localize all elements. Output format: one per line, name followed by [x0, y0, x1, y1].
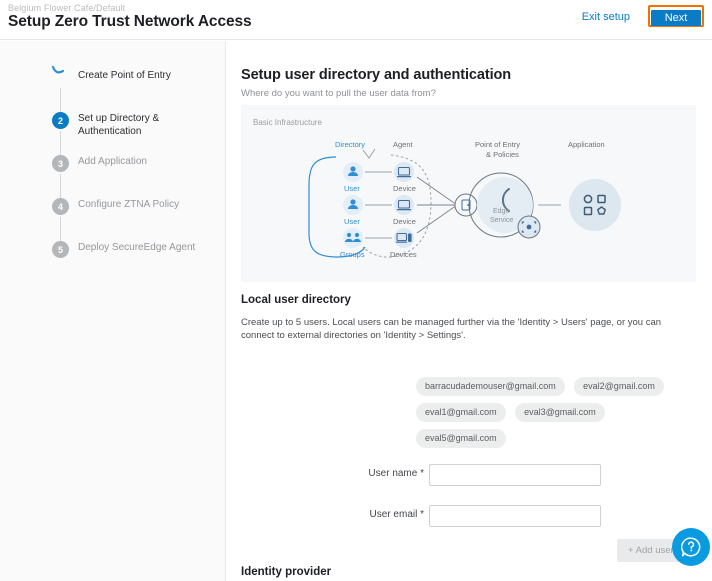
diagram-label-agent: Agent — [393, 140, 414, 149]
step-connector — [60, 217, 61, 241]
user-chip[interactable]: eval5@gmail.com — [416, 429, 506, 448]
sidebar-step-label: Create Point of Entry — [78, 70, 171, 81]
diagram-label-edge-1: Edge — [493, 208, 509, 215]
breadcrumb: Belgium Flower Cafe/Default — [8, 3, 126, 13]
sidebar-step-setup-directory[interactable]: 2 Set up Directory & Authentication — [52, 112, 212, 155]
chevron-icon — [362, 148, 376, 159]
user-name-row: User name * — [227, 464, 712, 486]
sidebar-step-label: Set up Directory & Authentication — [78, 113, 160, 137]
user-name-input[interactable] — [429, 464, 601, 486]
question-chat-icon — [681, 537, 701, 557]
diagram-svg: .lbl { font-family: "Liberation Sans", s… — [308, 140, 621, 259]
help-button[interactable] — [672, 528, 710, 566]
section-title: Setup user directory and authentication — [241, 67, 512, 83]
sidebar-step-configure-ztna-policy[interactable]: 4 Configure ZTNA Policy — [52, 198, 212, 241]
diagram-node-label-devices: Devices — [390, 250, 417, 259]
device-icon-bg-2 — [394, 195, 414, 215]
next-button-focus-ring: Next — [648, 5, 704, 27]
diagram-node-label-user-1: User — [344, 184, 360, 193]
setup-stepper-sidebar: Create Point of Entry 2 Set up Directory… — [0, 41, 226, 581]
local-user-directory-description: Create up to 5 users. Local users can be… — [241, 317, 662, 341]
sidebar-step-label: Add Application — [78, 156, 147, 167]
step-connector — [60, 131, 61, 155]
step-2-marker: 2 — [52, 112, 69, 129]
diagram-label-poe-2: & Policies — [486, 150, 519, 159]
main-content: Setup user directory and authentication … — [227, 41, 712, 581]
user-email-label: User email * — [369, 509, 424, 520]
user-chip[interactable]: eval2@gmail.com — [574, 377, 664, 396]
user-chip[interactable]: eval1@gmail.com — [416, 403, 506, 422]
diagram-label-application: Application — [568, 140, 605, 149]
user-email-row: User email * — [227, 505, 712, 527]
step-3-marker: 3 — [52, 155, 69, 172]
step-connector — [60, 174, 61, 198]
user-chip[interactable]: eval3@gmail.com — [515, 403, 605, 422]
diagram-node-label-user-2: User — [344, 217, 360, 226]
step-5-marker: 5 — [52, 241, 69, 258]
application-node — [569, 179, 621, 231]
diagram-node-label-device-2: Device — [393, 217, 416, 226]
groups-icon-bg — [343, 228, 363, 248]
app-header: Belgium Flower Cafe/Default Setup Zero T… — [0, 0, 712, 40]
sidebar-step-create-point-of-entry[interactable]: Create Point of Entry — [51, 65, 212, 112]
diagram-node-label-device-1: Device — [393, 184, 416, 193]
user-chip-list: barracudademouser@gmail.com eval2@gmail.… — [416, 377, 706, 455]
step-connector — [60, 88, 61, 112]
step-4-marker: 4 — [52, 198, 69, 215]
page-title: Setup Zero Trust Network Access — [8, 13, 252, 30]
step-1-marker — [51, 65, 69, 86]
user-chip[interactable]: barracudademouser@gmail.com — [416, 377, 565, 396]
sidebar-step-deploy-secureedge-agent[interactable]: 5 Deploy SecureEdge Agent — [52, 241, 212, 284]
sidebar-step-label: Configure ZTNA Policy — [78, 199, 180, 210]
stepper-list: Create Point of Entry 2 Set up Directory… — [51, 65, 212, 284]
diagram-label-edge-2: Service — [490, 217, 513, 224]
user-email-input[interactable] — [429, 505, 601, 527]
point-of-entry-node — [454, 193, 478, 217]
next-button[interactable]: Next — [651, 10, 701, 26]
diagram-label-poe-1: Point of Entry — [475, 140, 520, 149]
sidebar-step-add-application[interactable]: 3 Add Application — [52, 155, 212, 198]
diagram-label-directory: Directory — [335, 140, 365, 149]
identity-provider-title: Identity provider — [241, 566, 332, 578]
user-name-label: User name * — [368, 468, 424, 479]
diagram-node-label-groups: Groups — [340, 250, 365, 259]
sidebar-step-label: Deploy SecureEdge Agent — [78, 242, 196, 253]
local-user-directory-title: Local user directory — [241, 294, 351, 306]
check-icon — [51, 65, 65, 74]
exit-setup-link[interactable]: Exit setup — [582, 11, 630, 23]
basic-infrastructure-diagram: Basic Infrastructure .lbl { font-family:… — [241, 105, 696, 282]
device-icon-bg-1 — [394, 162, 414, 182]
section-subtitle: Where do you want to pull the user data … — [241, 88, 436, 99]
